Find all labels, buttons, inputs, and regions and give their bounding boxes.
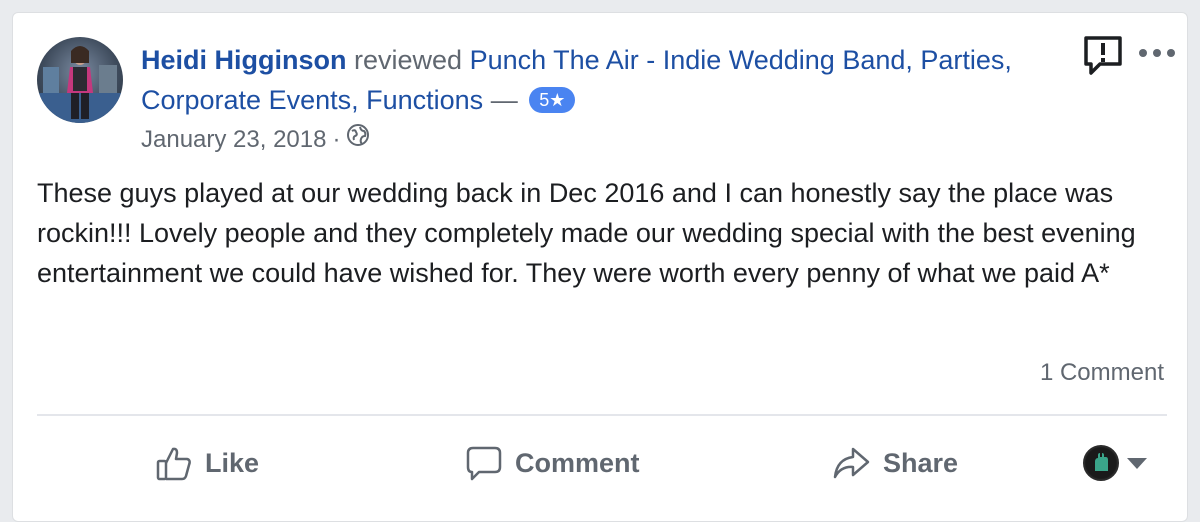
speech-bubble-icon: [466, 446, 502, 481]
review-header: Heidi Higginson reviewed Punch The Air -…: [141, 40, 1091, 120]
actions-divider: [37, 414, 1167, 416]
react-as-selector[interactable]: [1083, 445, 1147, 481]
globe-icon[interactable]: [346, 123, 370, 156]
rating-star-icon: ★: [549, 89, 566, 110]
reviewer-name-link[interactable]: Heidi Higginson: [141, 45, 347, 75]
rating-badge: 5★: [529, 86, 576, 113]
comment-button[interactable]: Comment: [465, 441, 640, 485]
report-feedback-icon[interactable]: [1081, 33, 1125, 77]
review-action-text: reviewed: [354, 45, 463, 75]
like-label: Like: [205, 447, 260, 478]
like-button[interactable]: Like: [155, 441, 259, 485]
meta-separator: ·: [332, 125, 341, 153]
share-label: Share: [883, 447, 959, 478]
rating-value: 5: [539, 89, 550, 110]
review-card: Heidi Higginson reviewed Punch The Air -…: [12, 12, 1188, 522]
thumbs-up-icon: [156, 447, 191, 481]
review-body: These guys played at our wedding back in…: [37, 178, 1136, 288]
header-separator: —: [490, 85, 518, 115]
action-bar: Like Comment Share: [13, 441, 1189, 485]
share-button[interactable]: Share: [831, 441, 958, 485]
chevron-down-icon: [1127, 457, 1147, 469]
review-date-link[interactable]: January 23, 2018: [141, 124, 326, 156]
comment-label: Comment: [515, 447, 640, 478]
share-arrow-icon: [833, 447, 870, 479]
more-options-icon[interactable]: [1137, 39, 1177, 67]
reviewer-avatar[interactable]: [37, 37, 123, 123]
page-avatar-icon: [1083, 445, 1119, 481]
comment-count-link[interactable]: 1 Comment: [1040, 357, 1164, 389]
review-meta: January 23, 2018 ·: [141, 123, 370, 156]
